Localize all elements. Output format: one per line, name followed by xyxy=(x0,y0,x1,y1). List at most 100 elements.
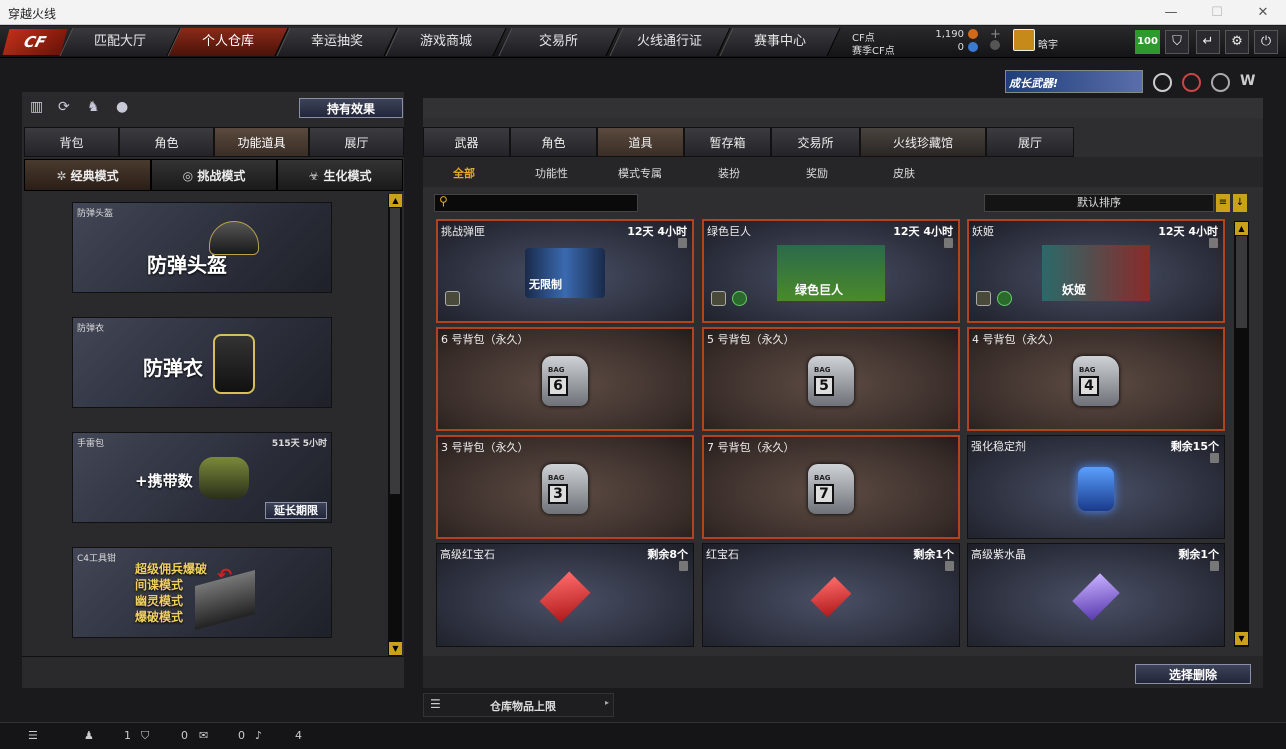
return-icon[interactable]: ↵ xyxy=(1196,30,1220,54)
badge-icon-2[interactable] xyxy=(1182,73,1201,92)
tab-showroom[interactable]: 展厅 xyxy=(986,127,1074,157)
storage-limit-bar[interactable]: ☰ 仓库物品上限 ▸ xyxy=(423,693,614,717)
menu-icon[interactable]: ☰ xyxy=(28,729,38,742)
tab-role[interactable]: 角色 xyxy=(119,127,214,157)
trash-icon[interactable] xyxy=(945,561,954,571)
mode-zombie[interactable]: ☣ 生化模式 xyxy=(277,159,403,191)
item-card-vest[interactable]: 防弹衣 防弹衣 xyxy=(72,317,332,408)
cf-coin-icon xyxy=(968,29,978,39)
item-img-label: 妖姬 xyxy=(1062,283,1087,297)
helmet-icon xyxy=(209,221,259,255)
mode-zombie-label: 生化模式 xyxy=(323,169,372,183)
item-card-stabilizer[interactable]: 强化稳定剂 剩余15个 xyxy=(967,435,1225,539)
tab-roles[interactable]: 角色 xyxy=(510,127,597,157)
character-icon[interactable]: ♞ xyxy=(87,99,100,115)
item-card-c4-pliers[interactable]: C4工具钳 超级佣兵爆破 间谍模式 幽灵模式 爆破模式 ↶ xyxy=(72,547,332,638)
nav-tab-match[interactable]: 匹配大厅 xyxy=(59,28,181,56)
tab-items[interactable]: 道具 xyxy=(597,127,684,157)
backpack-icon: BAG 6 xyxy=(542,356,588,406)
effect-button[interactable]: 持有效果 xyxy=(299,98,403,118)
delete-button[interactable]: 选择删除 xyxy=(1135,664,1251,684)
item-card-bag-5[interactable]: 5 号背包（永久） BAG 5 xyxy=(702,327,960,431)
left-scroll-thumb[interactable] xyxy=(390,208,400,494)
filter-all[interactable]: 全部 xyxy=(453,165,475,181)
trash-icon[interactable] xyxy=(678,238,687,248)
stats-icon[interactable]: ▥ xyxy=(30,99,43,115)
tab-temp-box[interactable]: 暂存箱 xyxy=(684,127,771,157)
item-card-bag-7[interactable]: 7 号背包（永久） BAG 7 xyxy=(702,435,960,539)
tab-exchange[interactable]: 交易所 xyxy=(771,127,860,157)
sort-dropdown[interactable]: 默认排序 xyxy=(984,194,1214,212)
filter-mode[interactable]: 模式专属 xyxy=(618,165,662,181)
trash-icon[interactable] xyxy=(1209,238,1218,248)
right-scroll-thumb[interactable] xyxy=(1236,236,1247,328)
nav-tab-events[interactable]: 赛事中心 xyxy=(719,28,841,56)
scroll-up-icon[interactable]: ▲ xyxy=(1235,222,1248,235)
trash-icon[interactable] xyxy=(679,561,688,571)
badge-icon-4[interactable]: W xyxy=(1240,73,1255,89)
item-card-adv-amethyst[interactable]: 高级紫水晶 剩余1个 xyxy=(967,543,1225,647)
close-button[interactable]: ✕ xyxy=(1240,0,1286,25)
scroll-down-icon[interactable]: ▼ xyxy=(389,642,402,655)
nav-tab-warehouse[interactable]: 个人仓库 xyxy=(167,28,289,56)
item-name: 强化稳定剂 xyxy=(971,440,1026,453)
nav-tab-lottery[interactable]: 幸运抽奖 xyxy=(276,28,398,56)
scroll-down-icon[interactable]: ▼ xyxy=(1235,632,1248,645)
power-icon[interactable]: ⏻ xyxy=(1254,30,1278,54)
item-card-ruby[interactable]: 红宝石 剩余1个 xyxy=(702,543,960,647)
tab-function-items[interactable]: 功能道具 xyxy=(214,127,309,157)
badge-icon-1[interactable] xyxy=(1153,73,1172,92)
filter-reward[interactable]: 奖励 xyxy=(806,165,828,181)
gear-icon[interactable]: ⚙ xyxy=(1225,30,1249,54)
promo-banner[interactable]: 成长武器! xyxy=(1005,70,1143,93)
item-card-green-giant[interactable]: 绿色巨人 12天 4小时 绿色巨人 xyxy=(702,219,960,323)
minimize-button[interactable]: — xyxy=(1148,0,1194,25)
grenade-icon[interactable]: ● xyxy=(116,99,128,115)
rotate-icon[interactable]: ⟳ xyxy=(58,99,70,115)
sort-arrow-icon[interactable]: ↓ xyxy=(1233,194,1247,212)
extend-button[interactable]: 延长期限 xyxy=(265,502,327,519)
nav-tab-exchange[interactable]: 交易所 xyxy=(498,28,620,56)
item-name: 防弹衣 xyxy=(77,324,105,334)
shield-count: 0 xyxy=(181,729,188,742)
badge-icon-3[interactable] xyxy=(1211,73,1230,92)
refresh-icon[interactable] xyxy=(990,40,1000,50)
item-card-challenge-mag[interactable]: 挑战弹匣 12天 4小时 无限制 xyxy=(436,219,694,323)
item-card-helmet[interactable]: 防弹头盔 防弹头盔 xyxy=(72,202,332,293)
item-card-bag-6[interactable]: 6 号背包（永久） BAG 6 xyxy=(436,327,694,431)
item-name: 红宝石 xyxy=(706,548,739,561)
shield-icon[interactable]: ⛉ xyxy=(141,729,149,743)
biohazard-icon: ☣ xyxy=(308,169,324,183)
shield-icon[interactable]: ⛉ xyxy=(1165,30,1189,54)
window-title: 穿越火线 xyxy=(8,7,57,21)
filter-dress[interactable]: 装扮 xyxy=(718,165,740,181)
bag-number: 5 xyxy=(814,376,834,396)
mode-challenge[interactable]: ◎ 挑战模式 xyxy=(151,159,277,191)
nav-tab-pass[interactable]: 火线通行证 xyxy=(609,28,731,56)
item-card-yaoji[interactable]: 妖姬 12天 4小时 妖姬 xyxy=(967,219,1225,323)
item-card-grenade-pack[interactable]: 手雷包 515天 5小时 +携带数 延长期限 xyxy=(72,432,332,523)
friends-icon[interactable]: ♟ xyxy=(84,729,94,742)
trash-icon[interactable] xyxy=(944,238,953,248)
item-card-adv-ruby[interactable]: 高级红宝石 剩余8个 xyxy=(436,543,694,647)
item-card-bag-4[interactable]: 4 号背包（永久） BAG 4 xyxy=(967,327,1225,431)
tab-weapons[interactable]: 武器 xyxy=(423,127,510,157)
green-giant-image: 绿色巨人 xyxy=(777,245,885,301)
tab-collection[interactable]: 火线珍藏馆 xyxy=(860,127,986,157)
tab-hall[interactable]: 展厅 xyxy=(309,127,404,157)
filter-function[interactable]: 功能性 xyxy=(535,165,568,181)
chat-icon[interactable]: ✉ xyxy=(199,729,208,742)
item-card-bag-3[interactable]: 3 号背包（永久） BAG 3 xyxy=(436,435,694,539)
speaker-icon[interactable]: ♪ xyxy=(255,729,262,742)
tab-backpack[interactable]: 背包 xyxy=(24,127,119,157)
mode-classic[interactable]: ✲ 经典模式 xyxy=(24,159,151,191)
trash-icon[interactable] xyxy=(1210,561,1219,571)
list-icon[interactable]: ≡ xyxy=(1216,194,1230,212)
trash-icon[interactable] xyxy=(1210,453,1219,463)
filter-skin[interactable]: 皮肤 xyxy=(893,165,915,181)
maximize-button[interactable]: ☐ xyxy=(1194,0,1240,25)
avatar[interactable] xyxy=(1013,29,1035,51)
search-input[interactable]: ⚲ xyxy=(434,194,638,212)
nav-tab-shop[interactable]: 游戏商城 xyxy=(385,28,507,56)
scroll-up-icon[interactable]: ▲ xyxy=(389,194,402,207)
